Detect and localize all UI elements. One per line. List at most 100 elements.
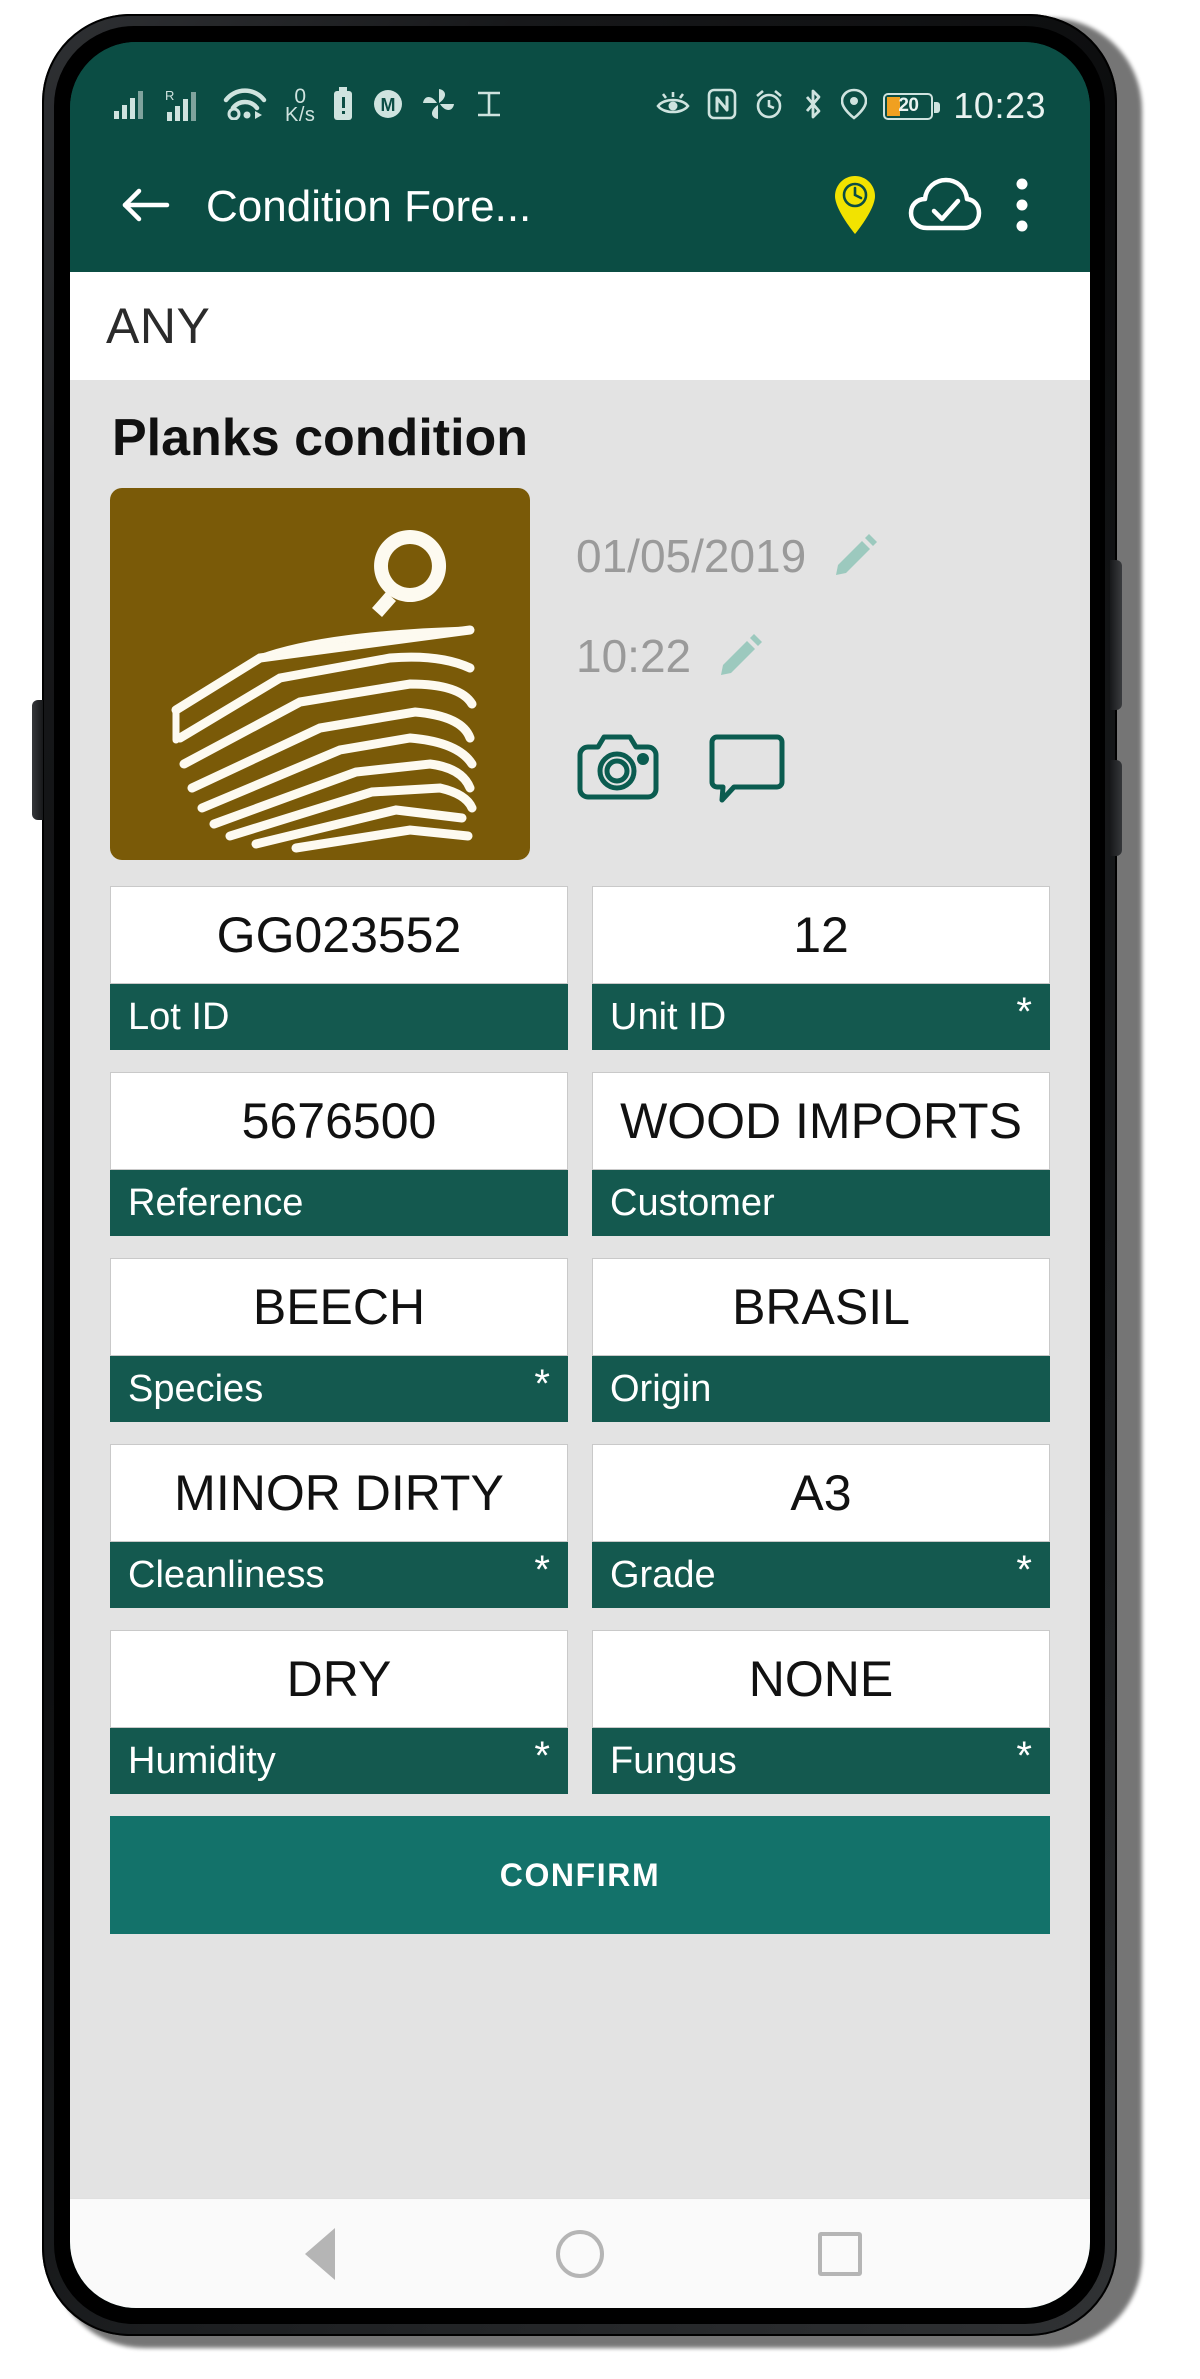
main-content: ANY Planks condition 01/05/2019 10:22 GG… [70,272,1090,2198]
alarm-icon [753,88,785,125]
nav-recents-button[interactable] [780,2199,900,2309]
field-label: Humidity [128,1739,276,1782]
nfc-icon [707,88,737,125]
record-header: 01/05/2019 10:22 [70,488,1090,860]
page-title: Condition Fore... [206,182,532,231]
data-rate-unit: K/s [285,104,316,127]
field-label-bar: Fungus * [592,1728,1050,1794]
overflow-menu-icon [1015,178,1029,237]
text-select-icon [473,88,505,125]
field-label-bar: Cleanliness * [110,1542,568,1608]
required-marker: * [1016,1734,1032,1778]
field-label-bar: Grade * [592,1542,1050,1608]
required-marker: * [534,1362,550,1406]
status-bar: R 0 K/s M 20 10:23 [70,42,1090,142]
record-thumbnail[interactable] [110,488,530,860]
field-value: WOOD IMPORTS [592,1072,1050,1170]
phone-screen: R 0 K/s M 20 10:23 Condition Fore... ANY… [70,42,1090,2308]
battery-level: 20 [898,95,919,116]
system-navigation-bar [70,2198,1090,2308]
field-unit-id[interactable]: 12 Unit ID * [592,886,1050,1050]
field-label: Grade [610,1553,716,1596]
side-button-left[interactable] [32,700,43,820]
power-button[interactable] [1110,560,1122,710]
nav-back-triangle-icon [305,2227,335,2280]
pencil-edit-icon[interactable] [717,631,763,682]
field-species[interactable]: BEECH Species * [110,1258,568,1422]
location-pin-button[interactable] [810,174,900,241]
required-marker: * [1016,990,1032,1034]
field-value: A3 [592,1444,1050,1542]
roaming-signal-icon: R [165,87,205,126]
field-grid: GG023552 Lot ID 12 Unit ID * 5676500 Ref… [70,860,1090,1794]
camera-icon [576,734,660,807]
field-label: Lot ID [128,995,230,1038]
field-label: Reference [128,1181,304,1224]
cloud-sync-button[interactable] [900,176,990,239]
field-value: BEECH [110,1258,568,1356]
date-row: 01/05/2019 [576,514,1050,598]
field-cleanliness[interactable]: MINOR DIRTY Cleanliness * [110,1444,568,1608]
required-marker: * [534,1734,550,1778]
nav-home-button[interactable] [520,2199,640,2309]
status-bar-right: 20 10:23 [655,85,1046,127]
record-date: 01/05/2019 [576,530,807,582]
field-reference[interactable]: 5676500 Reference [110,1072,568,1236]
volume-button[interactable] [1110,760,1122,856]
pencil-edit-icon[interactable] [832,531,878,582]
wood-plank-inspect-icon [110,530,530,860]
field-label: Cleanliness [128,1553,325,1596]
field-humidity[interactable]: DRY Humidity * [110,1630,568,1794]
status-bar-clock: 10:23 [953,85,1046,126]
data-rate-icon: 0 K/s [285,84,316,127]
required-marker: * [1016,1548,1032,1592]
section-title: Planks condition [112,409,529,467]
record-meta: 01/05/2019 10:22 [530,488,1050,860]
field-label: Fungus [610,1739,737,1782]
location-pin-clock-icon [833,174,877,241]
field-value: 5676500 [110,1072,568,1170]
field-label-bar: Humidity * [110,1728,568,1794]
field-label-bar: Lot ID [110,984,568,1050]
svg-text:M: M [381,95,396,115]
nav-recents-square-icon [818,2231,862,2276]
field-label-bar: Unit ID * [592,984,1050,1050]
battery-alert-icon [332,86,354,126]
back-button[interactable] [106,184,184,231]
location-icon [841,88,868,125]
field-label: Customer [610,1181,775,1224]
nav-back-button[interactable] [260,2199,380,2309]
m-circle-icon: M [371,87,405,126]
field-label: Origin [610,1367,712,1410]
field-row: MINOR DIRTY Cleanliness * A3 Grade * [110,1444,1050,1608]
confirm-button[interactable]: CONFIRM [110,1816,1050,1934]
filter-bar[interactable]: ANY [70,272,1090,380]
field-row: 5676500 Reference WOOD IMPORTS Customer [110,1072,1050,1236]
field-label-bar: Species * [110,1356,568,1422]
field-value: 12 [592,886,1050,984]
field-value: BRASIL [592,1258,1050,1356]
comment-button[interactable] [706,732,788,809]
field-lot-id[interactable]: GG023552 Lot ID [110,886,568,1050]
field-row: GG023552 Lot ID 12 Unit ID * [110,886,1050,1050]
field-origin[interactable]: BRASIL Origin [592,1258,1050,1422]
comment-bubble-icon [706,734,788,808]
app-bar: Condition Fore... [70,142,1090,272]
wifi-icon [222,87,268,125]
field-grade[interactable]: A3 Grade * [592,1444,1050,1608]
record-time: 10:22 [576,630,692,682]
status-bar-left: R 0 K/s M [114,84,505,127]
field-row: DRY Humidity * NONE Fungus * [110,1630,1050,1794]
nav-home-circle-icon [556,2229,604,2278]
field-fungus[interactable]: NONE Fungus * [592,1630,1050,1794]
camera-button[interactable] [576,733,660,808]
pinwheel-icon [422,87,456,126]
signal-bars-icon [114,89,148,124]
overflow-menu-button[interactable] [990,178,1054,237]
field-customer[interactable]: WOOD IMPORTS Customer [592,1072,1050,1236]
cloud-check-icon [908,176,982,239]
required-marker: * [534,1548,550,1592]
field-label-bar: Origin [592,1356,1050,1422]
data-rate-value: 0 [294,84,307,108]
svg-text:R: R [165,88,174,103]
